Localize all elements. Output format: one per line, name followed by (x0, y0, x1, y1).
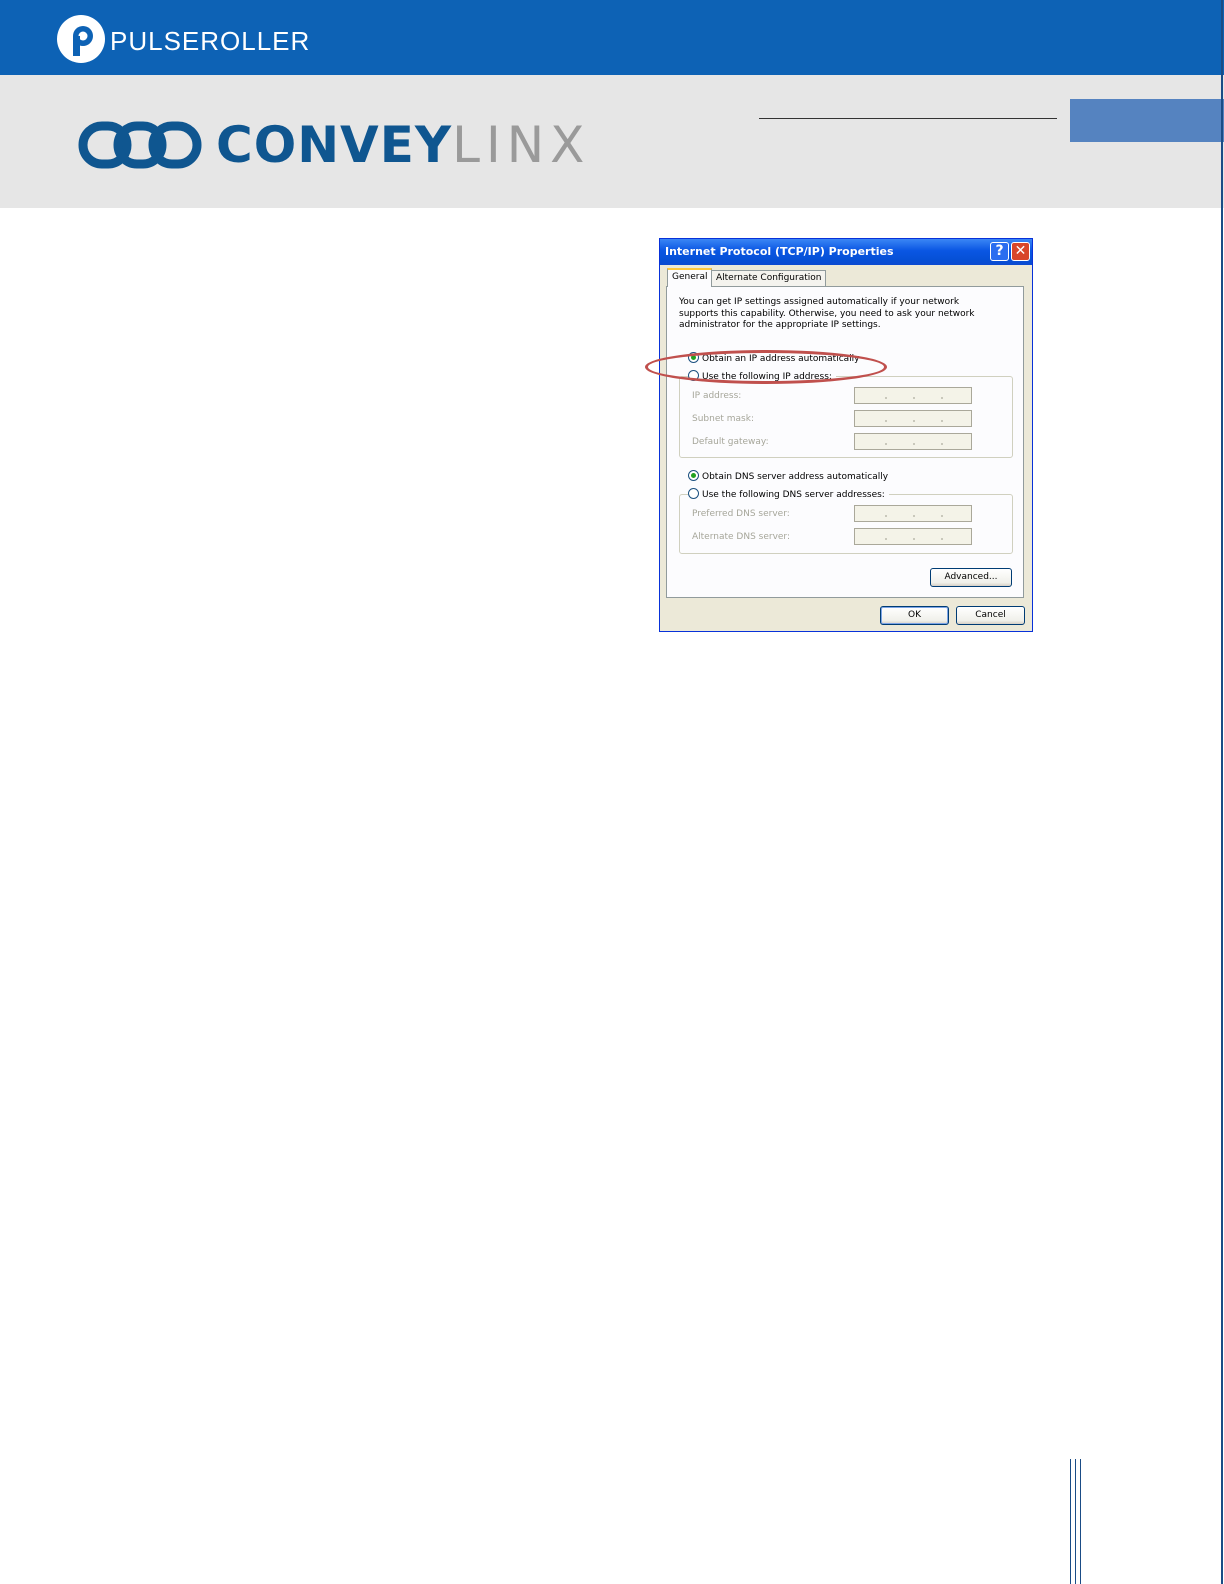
tab-general[interactable]: General (667, 268, 713, 287)
tab-alternate-configuration[interactable]: Alternate Configuration (711, 270, 827, 286)
radio-use-following-dns[interactable]: Use the following DNS server addresses: (688, 488, 889, 500)
radio-unselected-icon[interactable] (688, 488, 699, 499)
highlight-ellipse (645, 350, 887, 384)
brand-header-bar: PULSEROLLER (0, 0, 1224, 75)
pulseroller-wordmark: PULSEROLLER (110, 26, 311, 56)
header-rule (759, 118, 1057, 119)
dns-group (679, 494, 1013, 554)
radio-selected-icon[interactable] (688, 470, 699, 481)
conveylinx-chain-icon (78, 121, 202, 169)
alternate-dns-label: Alternate DNS server: (692, 532, 791, 542)
alternate-dns-input[interactable] (854, 528, 972, 545)
radio-label: Use the following DNS server addresses: (702, 490, 885, 500)
preferred-dns-input[interactable] (854, 505, 972, 522)
advanced-button[interactable]: Advanced... (930, 568, 1012, 587)
preferred-dns-label: Preferred DNS server: (692, 509, 790, 519)
close-button[interactable]: ✕ (1011, 242, 1030, 261)
radio-label: Obtain DNS server address automatically (702, 472, 889, 482)
ok-button[interactable]: OK (880, 606, 949, 625)
dialog-titlebar[interactable]: Internet Protocol (TCP/IP) Properties ? … (660, 239, 1032, 265)
default-gateway-input[interactable] (854, 433, 972, 450)
radio-obtain-dns-auto[interactable]: Obtain DNS server address automatically (688, 470, 888, 482)
ip-address-input[interactable] (854, 387, 972, 404)
wordmark-linx: LINX (452, 116, 591, 174)
dialog-title: Internet Protocol (TCP/IP) Properties (665, 245, 894, 258)
ip-address-label: IP address: (692, 391, 742, 401)
header-accent-tab (1070, 99, 1224, 142)
subnet-mask-input[interactable] (854, 410, 972, 427)
default-gateway-label: Default gateway: (692, 437, 769, 447)
right-margin-line (1221, 0, 1223, 1584)
cancel-button[interactable]: Cancel (956, 606, 1025, 625)
wordmark-convey: CONVEY (216, 116, 453, 174)
general-tab-panel: You can get IP settings assigned automat… (666, 286, 1024, 598)
conveylinx-wordmark: CONVEYLINX (216, 116, 590, 174)
help-button[interactable]: ? (990, 242, 1009, 261)
tcpip-properties-dialog: Internet Protocol (TCP/IP) Properties ? … (659, 238, 1033, 632)
intro-text: You can get IP settings assigned automat… (679, 297, 975, 330)
subnet-mask-label: Subnet mask: (692, 414, 754, 424)
pulseroller-logo-icon (57, 15, 105, 63)
